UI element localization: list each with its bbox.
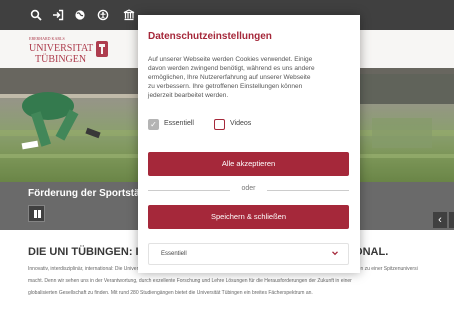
videos-checkbox-label[interactable]: Videos	[230, 120, 251, 127]
or-label: oder	[241, 185, 256, 192]
essential-checkbox-label: Essentiell	[164, 120, 194, 127]
cookie-category-select[interactable]: Essentiell	[148, 243, 349, 265]
videos-checkbox-row[interactable]: Videos	[214, 119, 274, 131]
chevron-down-icon	[331, 249, 339, 257]
description-line: ermöglichen, Ihre Nutzererfahrung auf un…	[148, 74, 311, 81]
description-line: davon werden zwingend benötigt, während …	[148, 65, 315, 72]
accept-all-button[interactable]: Alle akzeptieren	[148, 152, 349, 176]
select-value: Essentiell	[161, 251, 187, 257]
description-line: jederzeit bearbeitet werden.	[148, 92, 229, 99]
essential-checkbox: ✓	[148, 119, 159, 130]
dialog-description: Auf unserer Webseite werden Cookies verw…	[148, 55, 352, 100]
description-line: zu verbessern. Ihre getroffenen Einstell…	[148, 83, 303, 90]
videos-checkbox[interactable]	[214, 119, 225, 130]
essential-checkbox-row: ✓ Essentiell	[148, 119, 208, 131]
cookie-consent-dialog: Datenschutzeinstellungen Auf unserer Web…	[138, 15, 360, 273]
dialog-title: Datenschutzeinstellungen	[148, 31, 272, 42]
description-line: Auf unserer Webseite werden Cookies verw…	[148, 56, 313, 63]
save-and-close-button[interactable]: Speichern & schließen	[148, 205, 349, 229]
or-divider: oder	[148, 185, 349, 195]
